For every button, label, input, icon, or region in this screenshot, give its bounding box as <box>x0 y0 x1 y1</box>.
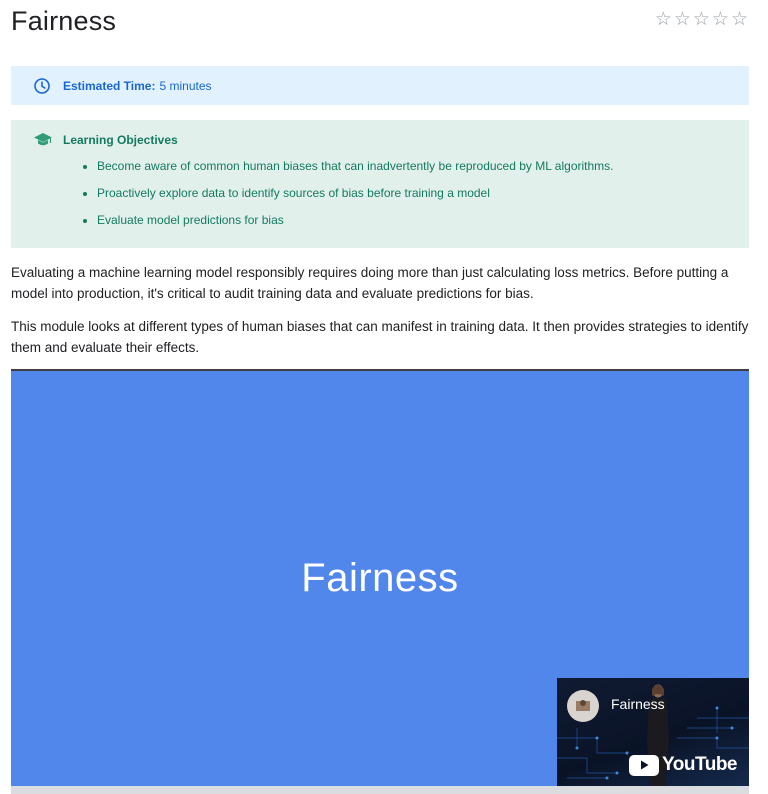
channel-avatar[interactable] <box>567 690 599 722</box>
video-player[interactable]: Fairness Fairness YouTube <box>11 369 749 794</box>
objective-item: Become aware of common human biases that… <box>97 159 749 173</box>
video-title: Fairness <box>301 556 459 600</box>
estimated-time-value: 5 minutes <box>159 78 212 93</box>
thumbnail-title: Fairness <box>611 696 665 712</box>
star-rating[interactable]: ☆ ☆ ☆ ☆ ☆ <box>655 10 748 29</box>
learning-objectives-heading: Learning Objectives <box>63 133 178 147</box>
estimated-time-label: Estimated Time: <box>63 78 156 93</box>
module-paragraph: This module looks at different types of … <box>11 319 749 355</box>
learning-objectives-box: Learning Objectives Become aware of comm… <box>11 120 749 248</box>
star-icon-1[interactable]: ☆ <box>655 10 672 29</box>
learning-objectives-list: Become aware of common human biases that… <box>33 159 749 227</box>
youtube-wordmark: YouTube <box>662 754 737 775</box>
star-icon-5[interactable]: ☆ <box>731 10 748 29</box>
estimated-time-box: Estimated Time: 5 minutes <box>11 66 749 105</box>
video-bottom-bar <box>11 786 749 794</box>
star-icon-4[interactable]: ☆ <box>712 10 729 29</box>
clock-icon <box>33 77 51 95</box>
objective-item: Evaluate model predictions for bias <box>97 213 749 227</box>
youtube-logo[interactable]: YouTube <box>629 754 737 776</box>
page-title: Fairness <box>11 6 117 36</box>
graduation-cap-icon <box>33 132 53 148</box>
intro-paragraph: Evaluating a machine learning model resp… <box>11 265 729 301</box>
play-icon <box>629 754 660 776</box>
star-icon-2[interactable]: ☆ <box>674 10 691 29</box>
star-icon-3[interactable]: ☆ <box>693 10 710 29</box>
objective-item: Proactively explore data to identify sou… <box>97 186 749 200</box>
youtube-thumbnail[interactable]: Fairness YouTube <box>557 678 749 788</box>
